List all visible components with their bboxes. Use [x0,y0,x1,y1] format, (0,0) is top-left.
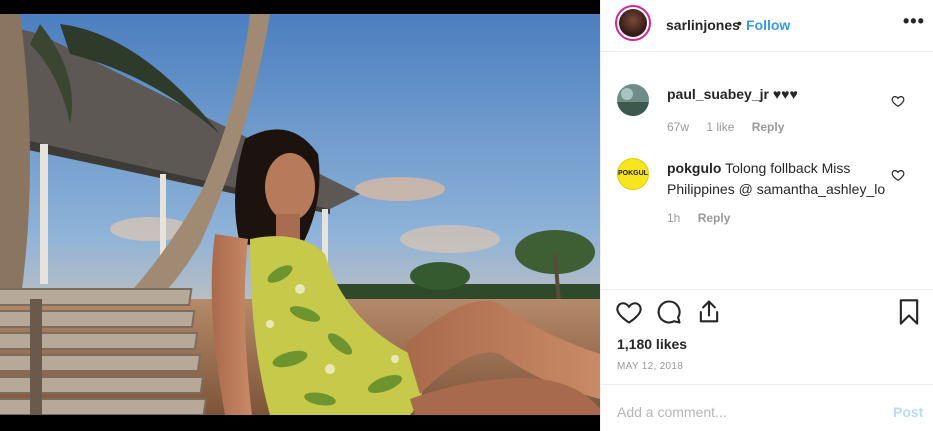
comment-meta: 1h Reply [667,211,744,225]
reply-button[interactable]: Reply [752,120,785,134]
bookmark-icon[interactable] [895,298,923,326]
comment-box-divider [601,384,933,385]
comment-username[interactable]: pokgulo [667,160,721,176]
comment-age[interactable]: 1h [667,211,680,225]
heart-icon[interactable] [615,298,643,326]
owner-username[interactable]: sarlinjones [666,17,740,33]
comment-meta: 67w 1 like Reply [667,120,798,134]
comment-username[interactable]: paul_suabey_jr [667,86,769,102]
post-date[interactable]: MAY 12, 2018 [617,361,683,372]
actions-divider [601,289,933,290]
comment-age[interactable]: 67w [667,120,689,134]
post-media [0,0,600,431]
pokgulo-logo-text: POKGULO [618,170,648,177]
post-side-panel: sarlinjones • Follow ••• paul_suabey_jr … [600,0,933,431]
commenter-avatar[interactable]: POKGULO [617,158,649,190]
heart-icon[interactable] [891,168,905,182]
separator-dot: • [737,15,742,31]
commenter-avatar[interactable] [617,84,649,116]
post-comment-button[interactable]: Post [893,404,923,420]
comment-icon[interactable] [655,298,683,326]
beach-photo [0,14,600,415]
like-count[interactable]: 1,180 likes [617,336,687,352]
reply-button[interactable]: Reply [698,211,731,225]
owner-avatar[interactable] [615,5,651,41]
follow-button[interactable]: Follow [746,17,790,33]
post-photo[interactable] [0,14,600,415]
heart-icon[interactable] [891,94,905,108]
share-icon[interactable] [695,298,723,326]
comment-like-count[interactable]: 1 like [706,120,734,134]
action-bar [601,298,933,328]
more-options-icon[interactable]: ••• [903,11,925,32]
comment-input[interactable] [617,402,877,422]
post-header: sarlinjones • Follow ••• [601,0,933,52]
comment-text: ♥♥♥ [772,86,798,102]
